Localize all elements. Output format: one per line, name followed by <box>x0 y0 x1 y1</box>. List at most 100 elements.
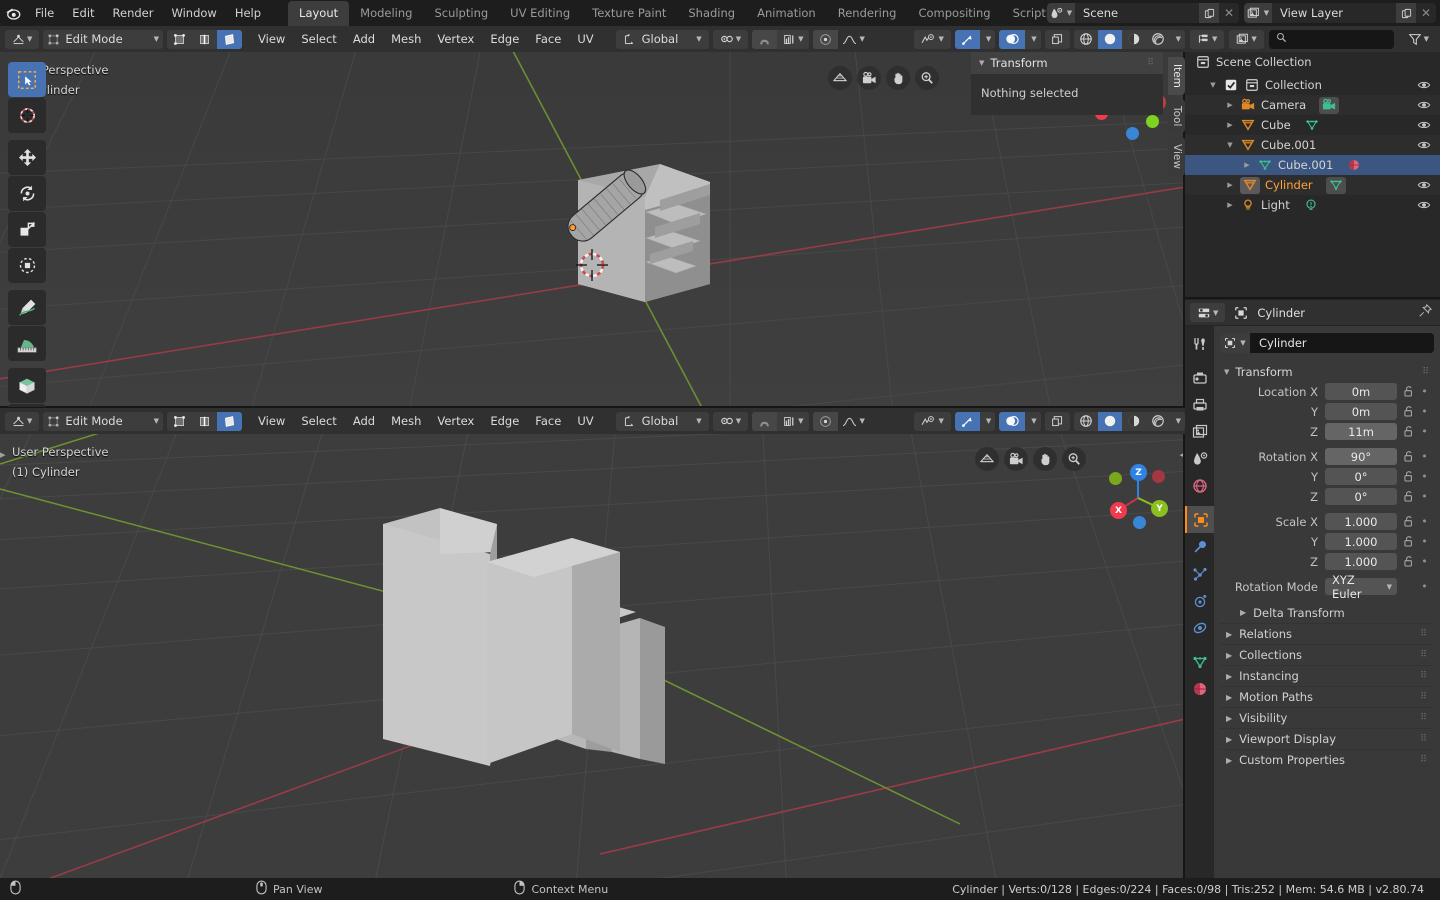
chevron-down-icon[interactable]: ▼ <box>1225 141 1235 149</box>
outliner-row-cylinder[interactable]: ▶ Cylinder <box>1185 175 1440 195</box>
material-preview-shading-top[interactable] <box>1121 29 1146 49</box>
object-visibility-bottom[interactable]: ▼ <box>914 411 951 431</box>
outliner-root-row[interactable]: Scene Collection <box>1185 52 1440 72</box>
falloff-smooth-icon-bottom[interactable]: ▼ <box>838 412 868 431</box>
panel-relations[interactable]: ▶ Relations ⠿ <box>1220 623 1434 644</box>
lock-open-icon[interactable] <box>1401 555 1416 568</box>
workspace-tab-texture-paint[interactable]: Texture Paint <box>581 1 677 26</box>
chevron-right-icon[interactable]: ▶ <box>1225 201 1235 209</box>
proportional-editing-icon-bottom[interactable] <box>813 411 839 431</box>
viewport-menu-mesh-bottom[interactable]: Mesh <box>383 411 429 431</box>
animate-dot-icon[interactable]: • <box>1419 470 1430 483</box>
snap-magnet-icon-top[interactable] <box>752 29 778 49</box>
animate-dot-icon[interactable]: • <box>1419 490 1430 503</box>
particle-properties-tab[interactable] <box>1185 560 1214 587</box>
move-tool[interactable] <box>8 140 46 175</box>
pin-icon[interactable] <box>1418 303 1433 321</box>
workspace-tab-rendering[interactable]: Rendering <box>827 1 908 26</box>
rendered-shading-top[interactable] <box>1145 29 1170 49</box>
collection-checkbox[interactable] <box>1223 77 1239 93</box>
material-preview-shading-bottom[interactable] <box>1121 411 1146 431</box>
proportional-editing-icon-top[interactable] <box>813 29 839 49</box>
toggle-xray-icon-top[interactable] <box>1044 29 1070 49</box>
viewport-bottom-axis-gizmo[interactable]: Z X Y <box>1095 448 1185 538</box>
outliner-row-cube-001[interactable]: ▶ Cube.001 <box>1185 155 1440 175</box>
add-cube-tool[interactable] <box>8 368 46 403</box>
outliner-row-light[interactable]: ▶ Light <box>1185 195 1440 215</box>
delta-transform-row[interactable]: ▶ Delta Transform <box>1220 602 1434 623</box>
show-overlays-icon-bottom[interactable] <box>999 411 1026 431</box>
edge-select-mode-bottom[interactable] <box>192 411 218 431</box>
visibility-eye-icon[interactable] <box>1416 78 1432 92</box>
animate-dot-icon[interactable]: • <box>1419 405 1430 418</box>
light-data-icon[interactable] <box>1303 197 1319 213</box>
grip-dots-icon[interactable]: ⠿ <box>1147 58 1155 68</box>
camera-view-icon-bottom[interactable] <box>1004 447 1028 471</box>
grip-dots-icon[interactable]: ⠿ <box>1420 629 1428 639</box>
lock-open-icon[interactable] <box>1401 515 1416 528</box>
viewport-top[interactable]: User Perspective (1) Cylinder <box>0 52 1185 407</box>
visibility-eye-icon[interactable] <box>1416 98 1432 112</box>
mesh-data-active-icon[interactable] <box>1325 176 1346 194</box>
menu-file[interactable]: File <box>26 3 63 23</box>
chevron-right-icon[interactable]: ▶ <box>1242 161 1252 169</box>
workspace-tab-shading[interactable]: Shading <box>677 1 746 26</box>
falloff-smooth-icon-top[interactable]: ▼ <box>838 30 868 49</box>
physics-properties-tab[interactable] <box>1185 587 1214 614</box>
viewport-menu-add-bottom[interactable]: Add <box>345 411 383 431</box>
visibility-eye-icon[interactable] <box>1416 198 1432 212</box>
face-select-mode-bottom[interactable] <box>217 411 243 431</box>
animate-dot-icon[interactable]: • <box>1419 515 1430 528</box>
viewport-menu-face-bottom[interactable]: Face <box>527 411 569 431</box>
chevron-right-icon[interactable]: ▶ <box>1225 181 1235 189</box>
lock-open-icon[interactable] <box>1401 405 1416 418</box>
viewport-menu-uv-bottom[interactable]: UV <box>569 411 601 431</box>
menu-help[interactable]: Help <box>226 3 270 23</box>
lock-open-icon[interactable] <box>1401 490 1416 503</box>
menu-window[interactable]: Window <box>162 3 225 23</box>
pivot-point-top[interactable]: ▼ <box>712 29 749 49</box>
object-properties-tab[interactable] <box>1185 506 1214 533</box>
overlay-dropdown-top[interactable]: ▼ <box>1025 29 1041 49</box>
mesh-data-icon[interactable] <box>1304 117 1320 133</box>
outliner-filter-funnel-icon[interactable]: ▼ <box>1401 30 1436 49</box>
show-overlays-icon-top[interactable] <box>999 29 1026 49</box>
viewport-menu-face-top[interactable]: Face <box>527 29 569 49</box>
rendered-shading-bottom[interactable] <box>1145 411 1170 431</box>
transform-field-value[interactable]: 1.000 <box>1325 513 1397 530</box>
transform-orientation-bottom[interactable]: Global ▼ <box>615 411 709 431</box>
view-layer-selector[interactable]: ▼ View Layer ✕ <box>1244 3 1436 23</box>
menu-render[interactable]: Render <box>104 3 163 23</box>
modifier-properties-tab[interactable] <box>1185 533 1214 560</box>
panel-custom-properties[interactable]: ▶ Custom Properties ⠿ <box>1220 749 1434 770</box>
grip-dots-icon[interactable]: ⠿ <box>1422 367 1430 377</box>
mode-selector-bottom[interactable]: Edit Mode ▼ <box>43 411 164 431</box>
outliner-display-mode-icon[interactable]: ▼ <box>1190 29 1225 49</box>
mode-selector-top[interactable]: Edit Mode ▼ <box>43 29 164 49</box>
camera-data-icon[interactable] <box>1319 96 1340 114</box>
visibility-eye-icon[interactable] <box>1416 178 1432 192</box>
transform-field-value[interactable]: 1.000 <box>1325 533 1397 550</box>
pan-view-icon[interactable] <box>886 66 910 90</box>
viewport-menu-edge-top[interactable]: Edge <box>482 29 527 49</box>
toggle-orthographic-icon-bottom[interactable] <box>975 447 999 471</box>
viewport-bottom[interactable]: User Perspective (1) Cylinder Z X Y <box>0 434 1185 878</box>
viewport-menu-edge-bottom[interactable]: Edge <box>482 411 527 431</box>
outliner-row-cube[interactable]: ▶ Cube <box>1185 115 1440 135</box>
wireframe-shading-bottom[interactable] <box>1073 411 1098 431</box>
t-panel-toggle-bottom[interactable]: ▸ <box>0 434 6 878</box>
measure-tool[interactable] <box>8 326 46 361</box>
snap-increment-icon-bottom[interactable]: ▼ <box>777 411 810 431</box>
scene-selector[interactable]: ▼ Scene ✕ <box>1047 3 1239 23</box>
viewport-menu-mesh-top[interactable]: Mesh <box>383 29 429 49</box>
grip-dots-icon[interactable]: ⠿ <box>1420 671 1428 681</box>
viewport-menu-vertex-bottom[interactable]: Vertex <box>429 411 482 431</box>
overlay-dropdown-bottom[interactable]: ▼ <box>1025 411 1041 431</box>
chevron-down-icon[interactable]: ▼ <box>1208 81 1218 89</box>
gizmo-axis-x-bottom[interactable]: X <box>1110 502 1127 519</box>
output-properties-tab[interactable] <box>1185 391 1214 418</box>
visibility-eye-icon[interactable] <box>1416 138 1432 152</box>
object-visibility-top[interactable]: ▼ <box>914 29 951 49</box>
gizmo-axis-neg-y-bottom[interactable] <box>1109 472 1122 485</box>
transform-field-value[interactable]: 1.000 <box>1325 553 1397 570</box>
